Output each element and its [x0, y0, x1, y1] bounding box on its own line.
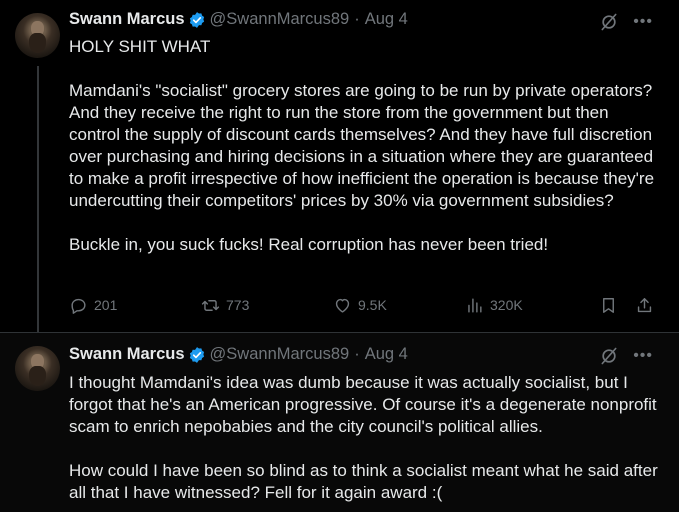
tweet-header: Swann Marcus @SwannMarcus89 · Aug 4 — [69, 345, 408, 364]
tweet-top-actions: ••• — [599, 12, 653, 32]
repost-icon — [201, 300, 220, 311]
verified-badge-icon — [189, 346, 204, 363]
verified-badge-icon — [189, 11, 204, 28]
share-button[interactable] — [635, 296, 660, 315]
reply-icon — [71, 298, 86, 314]
reply-count: 201 — [94, 297, 118, 313]
like-count: 9.5K — [358, 297, 387, 313]
thread-connector-line — [37, 66, 39, 333]
grok-icon[interactable] — [599, 346, 619, 366]
repost-button[interactable]: 773 — [201, 296, 249, 315]
tweet-text: I thought Mamdani's idea was dumb becaus… — [69, 373, 658, 502]
grok-icon[interactable] — [599, 12, 619, 32]
repost-count: 773 — [226, 297, 250, 313]
share-icon — [637, 298, 652, 313]
views-count: 320K — [490, 297, 523, 313]
tweet-text: HOLY SHIT WHAT Mamdani's "socialist" gro… — [69, 37, 655, 254]
tweet-date[interactable]: Aug 4 — [365, 345, 408, 364]
tweet-date[interactable]: Aug 4 — [365, 10, 408, 29]
separator-dot: · — [354, 345, 360, 363]
reply-button[interactable]: 201 — [69, 296, 117, 315]
views-button[interactable]: 320K — [465, 296, 523, 315]
author-handle[interactable]: @SwannMarcus89 — [210, 345, 350, 364]
tweet-header: Swann Marcus @SwannMarcus89 · Aug 4 — [69, 10, 408, 29]
avatar[interactable] — [15, 346, 60, 391]
author-name[interactable]: Swann Marcus — [69, 10, 185, 29]
author-handle[interactable]: @SwannMarcus89 — [210, 10, 350, 29]
like-button[interactable]: 9.5K — [333, 296, 387, 315]
avatar[interactable] — [15, 13, 60, 58]
tweet[interactable]: Swann Marcus @SwannMarcus89 · Aug 4 ••• … — [0, 333, 679, 512]
views-icon — [468, 298, 482, 313]
bookmark-button[interactable] — [599, 296, 624, 315]
tweet-top-actions: ••• — [599, 346, 653, 366]
tweet-actions: 201 773 9.5K 320K — [69, 296, 659, 320]
separator-dot: · — [354, 10, 360, 28]
like-icon — [335, 298, 350, 313]
more-icon[interactable]: ••• — [633, 348, 653, 364]
more-icon[interactable]: ••• — [633, 14, 653, 30]
bookmark-icon — [603, 298, 614, 313]
tweet[interactable]: Swann Marcus @SwannMarcus89 · Aug 4 ••• … — [0, 0, 679, 333]
author-name[interactable]: Swann Marcus — [69, 345, 185, 364]
